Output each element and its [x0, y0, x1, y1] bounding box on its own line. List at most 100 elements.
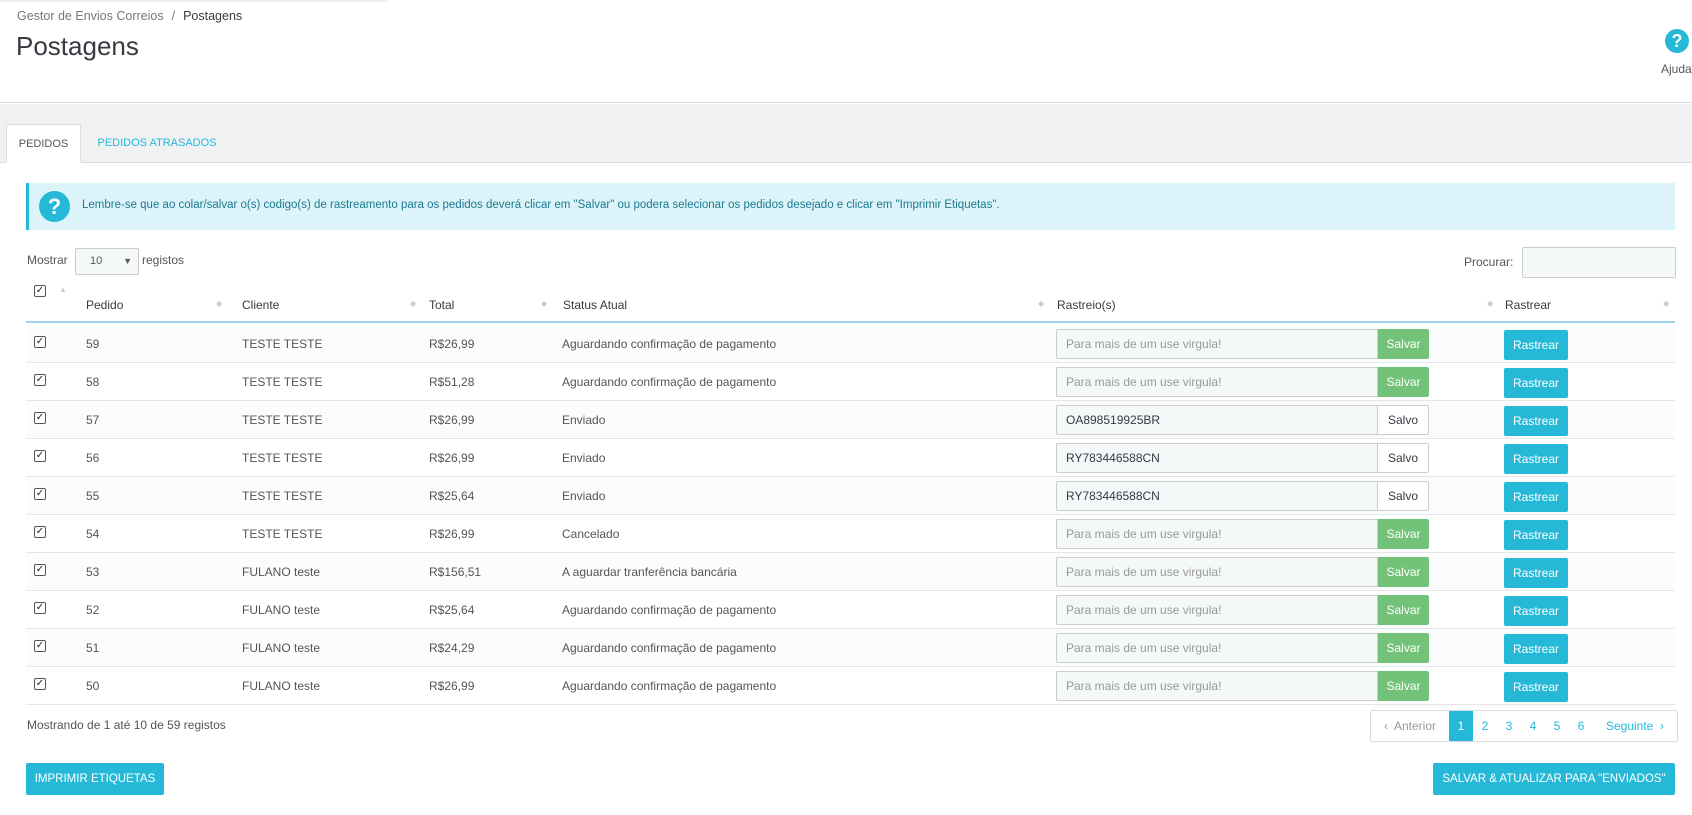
table-info: Mostrando de 1 até 10 de 59 registos	[27, 718, 226, 732]
column-header-cliente[interactable]: Cliente	[242, 298, 279, 312]
pagination-page-2[interactable]: 2	[1473, 711, 1497, 741]
track-button[interactable]: Rastrear	[1504, 596, 1568, 626]
tracking-input[interactable]: Para mais de um use virgula!	[1056, 633, 1378, 663]
save-button[interactable]: Salvar	[1378, 671, 1429, 701]
help-button[interactable]: ? Ajuda	[1653, 26, 1692, 82]
track-button[interactable]: Rastrear	[1504, 444, 1568, 474]
info-alert: ? Lembre-se que ao colar/salvar o(s) cod…	[26, 183, 1675, 230]
pagination-prev-label: Anterior	[1393, 719, 1437, 733]
row-checkbox[interactable]: ✓	[34, 602, 46, 614]
cell-status: Aguardando confirmação de pagamento	[562, 375, 777, 389]
row-checkbox[interactable]: ✓	[34, 374, 46, 386]
cell-cliente: TESTE TESTE	[242, 413, 323, 427]
table-row: ✓ 50 FULANO teste R$26,99 Aguardando confirm…	[26, 667, 1675, 705]
cell-pedido: 59	[86, 337, 100, 351]
row-checkbox[interactable]: ✓	[34, 336, 46, 348]
tracking-input[interactable]: Para mais de um use virgula!	[1056, 329, 1378, 359]
saved-button[interactable]: Salvo	[1378, 481, 1429, 511]
cell-total: R$156,51	[429, 565, 482, 579]
cell-cliente: TESTE TESTE	[242, 375, 323, 389]
show-label: Mostrar	[27, 253, 68, 267]
save-button[interactable]: Salvar	[1378, 329, 1429, 359]
cell-pedido: 54	[86, 527, 100, 541]
column-header-rastrear[interactable]: Rastrear	[1505, 298, 1551, 312]
tab-pedidos-atrasados[interactable]: PEDIDOS ATRASADOS	[92, 124, 222, 163]
sort-icon: ◆	[410, 299, 417, 308]
tracking-input[interactable]: Para mais de um use virgula!	[1056, 519, 1378, 549]
track-button[interactable]: Rastrear	[1504, 634, 1568, 664]
save-button[interactable]: Salvar	[1378, 367, 1429, 397]
row-checkbox[interactable]: ✓	[34, 488, 46, 500]
cell-pedido: 58	[86, 375, 100, 389]
pagination-page-5[interactable]: 5	[1545, 711, 1569, 741]
cell-total: R$26,99	[429, 679, 475, 693]
column-header-rastreio[interactable]: Rastreio(s)	[1057, 298, 1116, 312]
saved-button[interactable]: Salvo	[1378, 405, 1429, 435]
row-checkbox[interactable]: ✓	[34, 450, 46, 462]
page-header: Gestor de Envios Correios / Postagens Post…	[0, 0, 1692, 103]
pagination-page-4[interactable]: 4	[1521, 711, 1545, 741]
track-button[interactable]: Rastrear	[1504, 482, 1568, 512]
cell-pedido: 55	[86, 489, 100, 503]
search-input[interactable]	[1522, 247, 1676, 278]
cell-status: Cancelado	[562, 527, 620, 541]
save-button[interactable]: Salvar	[1378, 595, 1429, 625]
track-button[interactable]: Rastrear	[1504, 672, 1568, 702]
help-label: Ajuda	[1661, 62, 1692, 76]
row-checkbox[interactable]: ✓	[34, 640, 46, 652]
cell-pedido: 57	[86, 413, 100, 427]
table-header: ✓ ▲ Pedido ◆ Cliente ◆ Total ◆ Status At…	[26, 285, 1675, 323]
track-button[interactable]: Rastrear	[1504, 558, 1568, 588]
pagination: ‹ Anterior 1 2 3 4 5 6 Seguinte ›	[1370, 710, 1678, 742]
track-button[interactable]: Rastrear	[1504, 330, 1568, 360]
page-size-select[interactable]: 10 ▼	[75, 248, 139, 275]
tracking-input[interactable]: OA898519925BR	[1056, 405, 1378, 435]
records-label: registos	[142, 253, 185, 267]
pagination-page-1[interactable]: 1	[1449, 711, 1473, 741]
tab-pedidos[interactable]: PEDIDOS	[6, 124, 81, 163]
tracking-input[interactable]: Para mais de um use virgula!	[1056, 671, 1378, 701]
cell-total: R$25,64	[429, 489, 475, 503]
track-button[interactable]: Rastrear	[1504, 406, 1568, 436]
column-header-status[interactable]: Status Atual	[563, 298, 627, 312]
tracking-input[interactable]: Para mais de um use virgula!	[1056, 557, 1378, 587]
save-button[interactable]: Salvar	[1378, 557, 1429, 587]
save-update-sent-button[interactable]: SALVAR & ATUALIZAR PARA "ENVIADOS"	[1433, 763, 1675, 795]
track-button[interactable]: Rastrear	[1504, 368, 1568, 398]
cell-status: Aguardando confirmação de pagamento	[562, 603, 777, 617]
breadcrumb-parent-link[interactable]: Gestor de Envios Correios	[17, 9, 164, 23]
cell-status: Aguardando confirmação de pagamento	[562, 679, 777, 693]
tracking-input[interactable]: Para mais de um use virgula!	[1056, 595, 1378, 625]
row-checkbox[interactable]: ✓	[34, 564, 46, 576]
sort-icon: ◆	[1038, 299, 1045, 308]
column-header-pedido[interactable]: Pedido	[86, 298, 123, 312]
cell-pedido: 53	[86, 565, 100, 579]
pagination-page-3[interactable]: 3	[1497, 711, 1521, 741]
saved-button[interactable]: Salvo	[1378, 443, 1429, 473]
tracking-input[interactable]: RY783446588CN	[1056, 481, 1378, 511]
tracking-input[interactable]: RY783446588CN	[1056, 443, 1378, 473]
cell-status: Aguardando confirmação de pagamento	[562, 641, 777, 655]
cell-status: A aguardar tranferência bancária	[562, 565, 737, 579]
breadcrumb-separator: /	[171, 9, 176, 23]
cell-total: R$26,99	[429, 451, 475, 465]
select-all-checkbox[interactable]: ✓	[34, 285, 46, 297]
print-labels-button[interactable]: IMPRIMIR ETIQUETAS	[26, 763, 164, 795]
row-checkbox[interactable]: ✓	[34, 678, 46, 690]
page-title: Postagens	[16, 31, 139, 61]
top-divider	[0, 0, 388, 2]
row-checkbox[interactable]: ✓	[34, 526, 46, 538]
column-header-total[interactable]: Total	[429, 298, 454, 312]
breadcrumb: Gestor de Envios Correios / Postagens	[17, 9, 242, 23]
cell-total: R$26,99	[429, 527, 475, 541]
pagination-next[interactable]: Seguinte ›	[1593, 711, 1677, 741]
save-button[interactable]: Salvar	[1378, 633, 1429, 663]
save-button[interactable]: Salvar	[1378, 519, 1429, 549]
pagination-page-6[interactable]: 6	[1569, 711, 1593, 741]
cell-total: R$51,28	[429, 375, 475, 389]
tracking-input[interactable]: Para mais de um use virgula!	[1056, 367, 1378, 397]
track-button[interactable]: Rastrear	[1504, 520, 1568, 550]
row-checkbox[interactable]: ✓	[34, 412, 46, 424]
pagination-prev[interactable]: ‹ Anterior	[1371, 711, 1449, 741]
table-row: ✓ 52 FULANO teste R$25,64 Aguardando confirm…	[26, 591, 1675, 629]
